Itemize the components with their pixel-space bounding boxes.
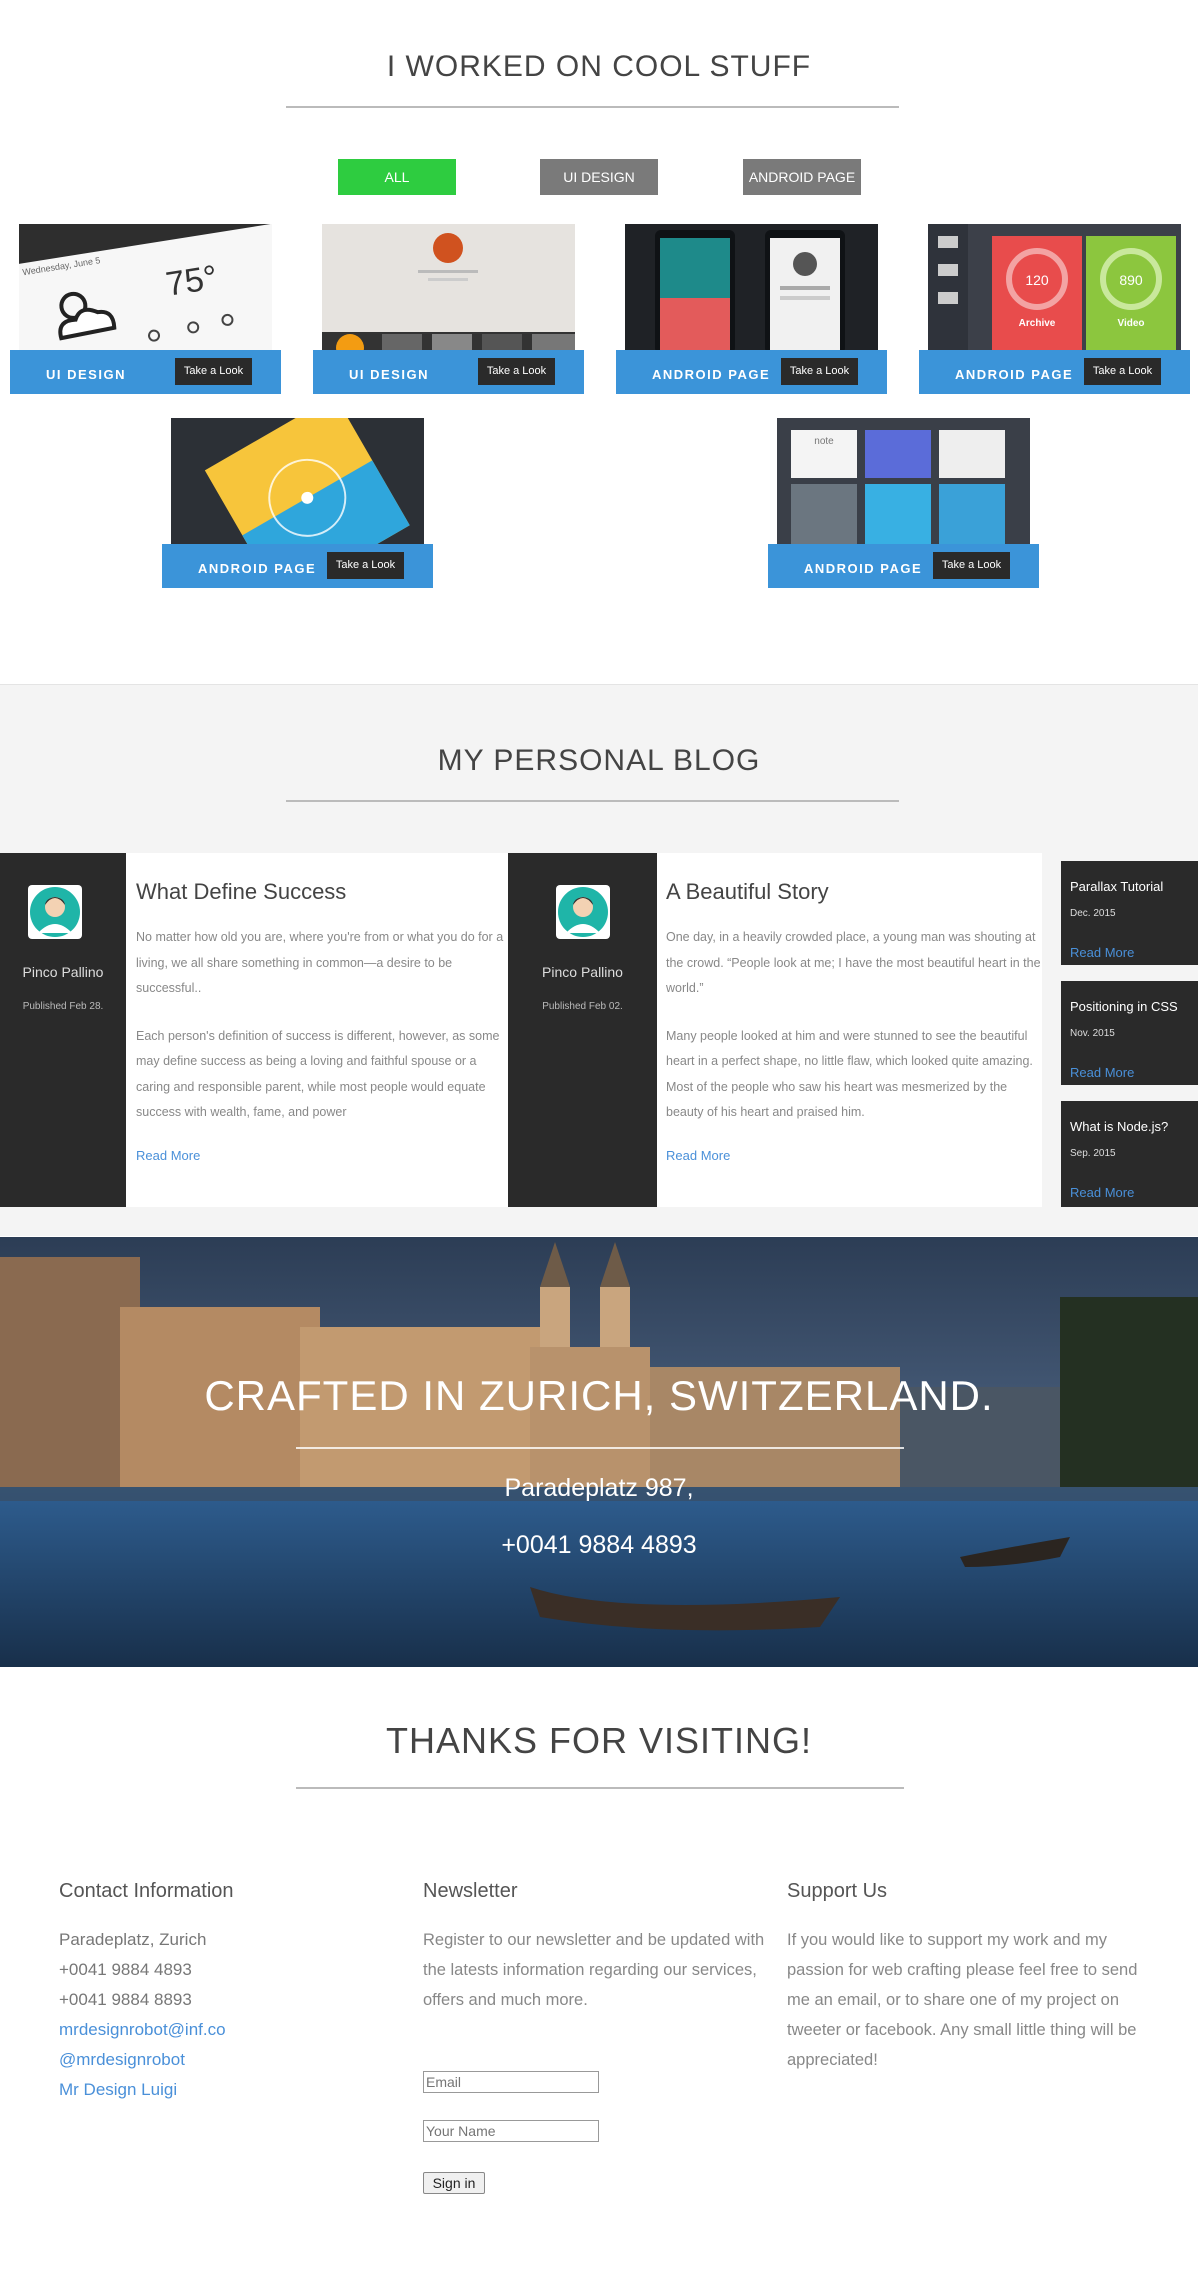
post-title: What Define Success <box>136 879 347 904</box>
card-category: ANDROID PAGE <box>955 367 1074 382</box>
card-caption-bar: ANDROID PAGE Take a Look <box>919 350 1190 394</box>
read-more-link[interactable]: Read More <box>666 1148 730 1163</box>
sidebar-post-title: Parallax Tutorial <box>1070 879 1164 894</box>
thanks-title: THANKS FOR VISITING! <box>385 1720 813 1761</box>
newsletter-heading: Newsletter <box>423 1880 518 1902</box>
read-more-link[interactable]: Read More <box>136 1148 200 1163</box>
card-caption-bar: ANDROID PAGE Take a Look <box>162 544 433 588</box>
sidebar-post-title: What is Node.js? <box>1070 1119 1169 1134</box>
card-caption-bar: UI DESIGN Take a Look <box>10 350 281 394</box>
card-caption-bar: UI DESIGN Take a Look <box>313 350 584 394</box>
title-divider <box>286 800 899 802</box>
post-paragraph: No matter how old you are, where you're … <box>136 930 504 995</box>
post-body: One day, in a heavily crowded place, a y… <box>666 925 1042 1126</box>
filter-ui-design-button[interactable]: UI DESIGN <box>540 159 658 195</box>
card-category: UI DESIGN <box>46 367 126 382</box>
portfolio-card[interactable]: ANDROID PAGE Take a Look <box>162 418 433 588</box>
card-category: ANDROID PAGE <box>804 561 923 576</box>
sidebar-post: What is Node.js? Sep. 2015 Read More <box>1061 1101 1198 1207</box>
portfolio-card[interactable]: ANDROID PAGE Take a Look <box>616 224 887 394</box>
post-author: Pinco Pallino <box>542 964 623 980</box>
read-more-link[interactable]: Read More <box>1070 945 1134 960</box>
post-published-date: Published Feb 28. <box>22 1001 104 1012</box>
newsletter-text: Register to our newsletter and be update… <box>423 1931 765 2009</box>
contact-email-link[interactable]: mrdesignrobot@inf.co <box>59 2020 226 2040</box>
support-text: If you would like to support my work and… <box>787 1931 1138 2069</box>
weather-app-thumbnail: Wednesday, June 5 75° <box>19 224 272 354</box>
tile-gallery-thumbnail: note <box>777 418 1030 548</box>
contact-phone: +0041 9884 4893 <box>59 1960 192 1979</box>
portfolio-card[interactable]: Wednesday, June 5 75° UI DESIGN Take a L… <box>10 224 281 394</box>
avatar <box>28 885 82 939</box>
card-caption-bar: ANDROID PAGE Take a Look <box>768 544 1039 588</box>
take-a-look-button[interactable]: Take a Look <box>478 358 555 385</box>
take-a-look-button[interactable]: Take a Look <box>327 552 404 579</box>
post-body: No matter how old you are, where you're … <box>136 925 508 1126</box>
sidebar-post-date: Sep. 2015 <box>1070 1148 1116 1159</box>
hero-title: CRAFTED IN ZURICH, SWITZERLAND. <box>204 1372 994 1419</box>
hero-address: Paradeplatz 987, <box>504 1474 694 1502</box>
portfolio-card[interactable]: UI DESIGN Take a Look <box>313 224 584 394</box>
blog-post: Pinco Pallino Published Feb 28. What Def… <box>0 853 508 1207</box>
sidebar-post-date: Nov. 2015 <box>1070 1028 1115 1039</box>
ring-value: 120 <box>1025 272 1049 288</box>
contact-address: Paradeplatz, Zurich <box>59 1930 207 1949</box>
card-caption-bar: ANDROID PAGE Take a Look <box>616 350 887 394</box>
take-a-look-button[interactable]: Take a Look <box>933 552 1010 579</box>
ring-label: Archive <box>1019 318 1056 329</box>
take-a-look-button[interactable]: Take a Look <box>175 358 252 385</box>
post-paragraph: Many people looked at him and were stunn… <box>666 1028 1033 1120</box>
email-field[interactable] <box>423 2071 599 2093</box>
card-category: ANDROID PAGE <box>652 367 771 382</box>
post-paragraph: One day, in a heavily crowded place, a y… <box>666 930 1041 995</box>
sign-in-button[interactable]: Sign in <box>423 2172 485 2194</box>
contact-twitter-link[interactable]: @mrdesignrobot <box>59 2050 185 2070</box>
title-divider <box>296 1787 904 1789</box>
filter-android-page-button[interactable]: ANDROID PAGE <box>743 159 861 195</box>
zurich-hero-banner: CRAFTED IN ZURICH, SWITZERLAND. Paradepl… <box>0 1237 1198 1667</box>
contact-name-link[interactable]: Mr Design Luigi <box>59 2080 177 2100</box>
portfolio-title: I WORKED ON COOL STUFF <box>386 50 812 83</box>
ui-design-thumbnail <box>322 224 575 354</box>
post-author-panel: Pinco Pallino Published Feb 02. <box>508 853 657 1207</box>
ring-value: 890 <box>1119 272 1143 288</box>
card-category: ANDROID PAGE <box>198 561 317 576</box>
take-a-look-button[interactable]: Take a Look <box>1084 358 1161 385</box>
hero-phone: +0041 9884 4893 <box>501 1531 697 1559</box>
contact-heading: Contact Information <box>59 1880 234 1902</box>
dashboard-thumbnail: 120 890 Archive Video <box>928 224 1181 354</box>
hero-divider <box>296 1447 904 1449</box>
blog-post: Pinco Pallino Published Feb 02. A Beauti… <box>508 853 1042 1207</box>
android-page-thumbnail <box>625 224 878 354</box>
title-divider <box>286 106 899 108</box>
sidebar-post-date: Dec. 2015 <box>1070 908 1116 919</box>
clock-app-thumbnail <box>171 418 424 548</box>
portfolio-card[interactable]: 120 890 Archive Video ANDROID PAGE Take … <box>919 224 1190 394</box>
sidebar-post: Parallax Tutorial Dec. 2015 Read More <box>1061 861 1198 965</box>
support-heading: Support Us <box>787 1880 888 1902</box>
note-tile-label: note <box>814 436 834 447</box>
post-paragraph: Each person's definition of success is d… <box>136 1028 500 1120</box>
zurich-cityscape-image <box>0 1237 1198 1667</box>
name-field[interactable] <box>423 2120 599 2142</box>
weather-temp: 75° <box>163 258 220 304</box>
post-author-panel: Pinco Pallino Published Feb 28. <box>0 853 126 1207</box>
read-more-link[interactable]: Read More <box>1070 1065 1134 1080</box>
post-author: Pinco Pallino <box>22 964 104 980</box>
blog-title: MY PERSONAL BLOG <box>437 744 761 777</box>
post-published-date: Published Feb 02. <box>542 1001 623 1012</box>
avatar <box>556 885 610 939</box>
sidebar-post: Positioning in CSS Nov. 2015 Read More <box>1061 981 1198 1085</box>
contact-phone: +0041 9884 8893 <box>59 1990 192 2009</box>
take-a-look-button[interactable]: Take a Look <box>781 358 858 385</box>
ring-label: Video <box>1117 318 1144 329</box>
portfolio-card[interactable]: note ANDROID PAGE Take a Look <box>768 418 1039 588</box>
filter-all-button[interactable]: ALL <box>338 159 456 195</box>
read-more-link[interactable]: Read More <box>1070 1185 1134 1200</box>
post-title: A Beautiful Story <box>666 879 829 904</box>
card-category: UI DESIGN <box>349 367 429 382</box>
sidebar-post-title: Positioning in CSS <box>1070 999 1178 1014</box>
